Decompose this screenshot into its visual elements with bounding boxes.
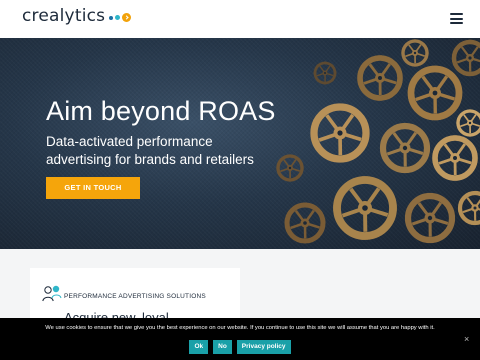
cookie-buttons: Ok No Privacy policy bbox=[0, 340, 480, 354]
gear-shape bbox=[401, 39, 429, 67]
get-in-touch-button[interactable]: GET IN TOUCH bbox=[46, 177, 140, 199]
gear-shape bbox=[333, 176, 397, 240]
site-header: crealytics bbox=[0, 0, 480, 38]
gear-shape bbox=[276, 154, 304, 182]
gear-shape bbox=[357, 55, 403, 101]
hamburger-icon[interactable] bbox=[450, 13, 463, 24]
privacy-policy-button[interactable]: Privacy policy bbox=[236, 340, 291, 354]
gear-shape bbox=[456, 109, 480, 137]
cookie-ok-button[interactable]: Ok bbox=[189, 340, 209, 354]
users-icon bbox=[42, 285, 62, 302]
gear-shape bbox=[313, 61, 337, 85]
gear-shape bbox=[379, 122, 431, 174]
card-label: PERFORMANCE ADVERTISING SOLUTIONS bbox=[64, 293, 206, 300]
hero-banner: Aim beyond ROAS Data-activated performan… bbox=[0, 38, 480, 249]
cookie-message: We use cookies to ensure that we give yo… bbox=[45, 325, 435, 331]
cookie-no-button[interactable]: No bbox=[213, 340, 232, 354]
gear-shape bbox=[404, 192, 456, 244]
gear-shape bbox=[284, 202, 326, 244]
gear-shape bbox=[310, 103, 370, 163]
logo-dots-icon bbox=[109, 13, 133, 22]
hero-subtitle: Data-activated performance advertising f… bbox=[46, 134, 254, 167]
gear-shape bbox=[451, 39, 480, 77]
gear-shape bbox=[407, 65, 463, 121]
logo[interactable]: crealytics bbox=[22, 6, 133, 26]
cookie-banner: We use cookies to ensure that we give yo… bbox=[0, 318, 480, 360]
logo-text: crealytics bbox=[22, 6, 106, 26]
gear-shape bbox=[432, 135, 478, 181]
gear-shape bbox=[457, 190, 480, 226]
hero-title: Aim beyond ROAS bbox=[46, 96, 276, 126]
